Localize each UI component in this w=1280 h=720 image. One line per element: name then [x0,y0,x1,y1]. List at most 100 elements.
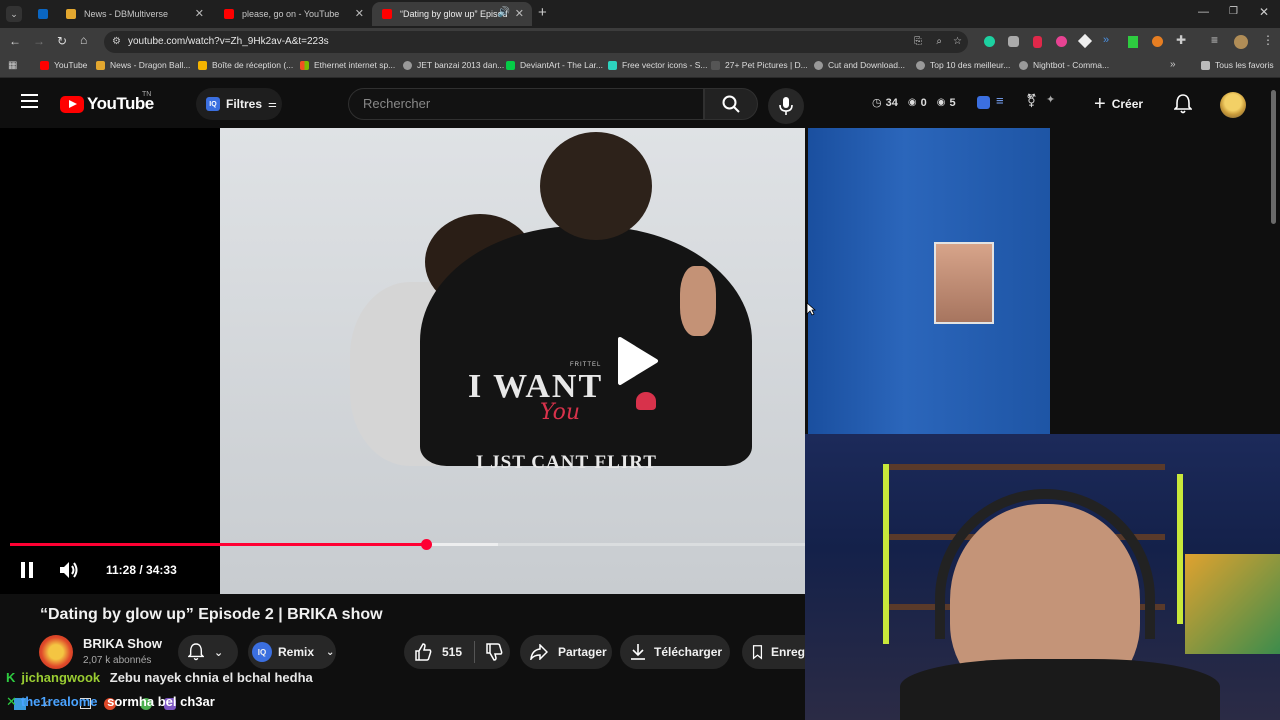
bookmark-jet-banzai[interactable]: JET banzai 2013 dan... [403,60,504,70]
channel-name[interactable]: BRIKA Show [83,636,162,651]
thumbs-down-icon[interactable] [485,643,503,661]
microsoft-icon [300,60,309,70]
bookmark-pet-pictures[interactable]: 27+ Pet Pictures | D... [711,60,808,70]
subscription-bell-button[interactable]: ⌄ [178,635,238,669]
bookmark-inbox[interactable]: Boîte de réception (... [198,60,293,70]
close-tab-icon[interactable]: ✕ [515,7,524,20]
close-tab-icon[interactable]: ✕ [195,7,204,20]
video-frame-curtain [808,128,1050,434]
thumbs-up-icon [415,643,432,661]
search-input[interactable]: Rechercher [348,88,704,120]
account-avatar[interactable] [1220,92,1246,118]
apps-grid-icon[interactable]: ▦ [8,60,17,71]
close-tab-icon[interactable]: ✕ [355,7,364,20]
bookmark-ethernet[interactable]: Ethernet internet sp... [300,60,395,70]
hoodie-text: I JST CANT FLIRT [476,452,657,473]
bookmark-deviantart[interactable]: DeviantArt - The Lar... [506,60,603,70]
youtube-logo[interactable]: YouTube TN [60,91,154,114]
extension-icon[interactable] [1008,36,1019,47]
restore-button[interactable]: ❐ [1229,6,1238,17]
tab-search-icon[interactable]: ⌄ [6,6,22,22]
bookmark-dragon-ball[interactable]: News - Dragon Ball... [96,60,190,70]
time-display: 11:28 / 34:33 [106,563,177,577]
tab-dbmultiverse[interactable]: News - DBMultiverse ✕ [56,2,212,26]
webcam-neon-light [883,464,889,644]
minimize-button[interactable]: — [1198,6,1209,18]
hamburger-menu-icon[interactable] [21,94,38,108]
install-app-icon[interactable]: ⎘ [914,31,922,53]
video-title: “Dating by glow up” Episode 2 | BRIKA sh… [40,606,383,623]
forward-icon[interactable]: → [33,34,45,48]
extension-stats[interactable]: ◷ 34 ◉ 0 ◉ 5 [872,96,956,110]
bookmark-star-icon[interactable]: ☆ [953,31,962,53]
share-label: Partager [558,645,607,659]
clock-icon: ◷ [872,97,882,109]
tab-dating-by-glow-up[interactable]: “Dating by glow up” Episod 🔊 ✕ [372,2,532,26]
profile-avatar[interactable] [1234,35,1248,49]
voice-search-button[interactable] [768,88,804,124]
site-info-icon[interactable]: ⚙ [112,31,121,53]
tab-linkedin[interactable] [28,2,56,26]
more-bookmarks-icon[interactable]: » [1170,59,1176,70]
notifications-button[interactable] [1173,94,1193,119]
iq-extension-icon[interactable] [977,96,990,109]
bookmark-label: Top 10 des meilleur... [930,60,1011,70]
remix-button[interactable]: IQ Remix ⌄ [248,635,336,669]
progress-scrubber-handle[interactable] [421,539,432,550]
filters-label: Filtres [226,97,263,111]
bookmark-cut-and-download[interactable]: Cut and Download... [814,60,905,70]
audio-playing-icon[interactable]: 🔊 [498,7,510,18]
tab-please-go-on[interactable]: please, go on - YouTube ✕ [214,2,372,26]
extensions-puzzle-icon[interactable]: ✚ [1176,33,1186,47]
search-icon [722,95,740,113]
close-window-button[interactable]: ✕ [1259,5,1269,19]
iq-badge-icon: IQ [252,642,272,662]
iq-badge-icon: IQ [206,97,220,111]
youtube-header: YouTube TN IQ Filtres ⚌ Rechercher ◷ 34 ◉… [0,80,1280,128]
save-button[interactable]: Enreg [742,635,805,669]
zoom-icon[interactable]: ⌕ [936,31,942,53]
pause-button[interactable] [18,560,36,580]
center-play-button[interactable] [606,330,668,392]
browser-menu-icon[interactable]: ⋮ [1262,33,1274,47]
extension-icon[interactable] [984,36,995,47]
extension-icon[interactable]: » [1103,34,1109,46]
filters-button[interactable]: IQ Filtres ⚌ [196,88,282,120]
sparkle-icon[interactable]: ✦ [1046,93,1055,106]
home-icon[interactable]: ⌂ [80,33,87,47]
eye-icon: ◉ [907,97,917,108]
new-tab-button[interactable]: + [538,4,547,21]
tab-label: News - DBMultiverse [84,9,169,19]
chat-message: ✕ the1realome sormha bel ch3ar [6,694,215,710]
download-button[interactable]: Télécharger [620,635,730,669]
bookmark-youtube[interactable]: YouTube [40,60,87,70]
media-control-icon[interactable]: ≡ [1211,33,1218,47]
url-field[interactable]: ⚙ youtube.com/watch?v=Zh_9Hk2av-A&t=223s… [104,31,968,53]
reload-icon[interactable]: ↻ [57,34,67,48]
mute-button[interactable] [58,560,80,585]
stat-views: 0 [920,96,927,109]
globe-icon [1019,60,1028,70]
create-button[interactable]: + Créer [1094,90,1143,118]
bell-icon [1173,94,1193,114]
back-icon[interactable]: ← [9,34,21,48]
pause-icon [21,562,33,578]
like-button[interactable]: 515 [404,635,510,669]
page-scrollbar[interactable] [1271,90,1276,224]
bookmark-free-vector-icons[interactable]: Free vector icons - S... [608,60,708,70]
search-button[interactable] [704,88,758,120]
all-bookmarks-folder[interactable]: Tous les favoris [1201,60,1274,70]
share-button[interactable]: Partager [520,635,612,669]
globe-icon [916,60,925,70]
gender-extension-icon[interactable]: ⚧ [1026,93,1037,109]
bookmark-label: Ethernet internet sp... [314,60,396,70]
extension-icon[interactable] [1128,36,1138,48]
bookmark-top-10[interactable]: Top 10 des meilleur... [916,60,1010,70]
bookmark-nightbot[interactable]: Nightbot - Comma... [1019,60,1109,70]
channel-avatar[interactable] [39,635,73,669]
queue-icon[interactable]: ≡ [996,93,1004,108]
extension-icon[interactable] [1056,36,1067,47]
extension-icon[interactable] [1152,36,1163,47]
extension-icon[interactable] [1077,33,1093,49]
extension-icon[interactable] [1033,36,1042,48]
